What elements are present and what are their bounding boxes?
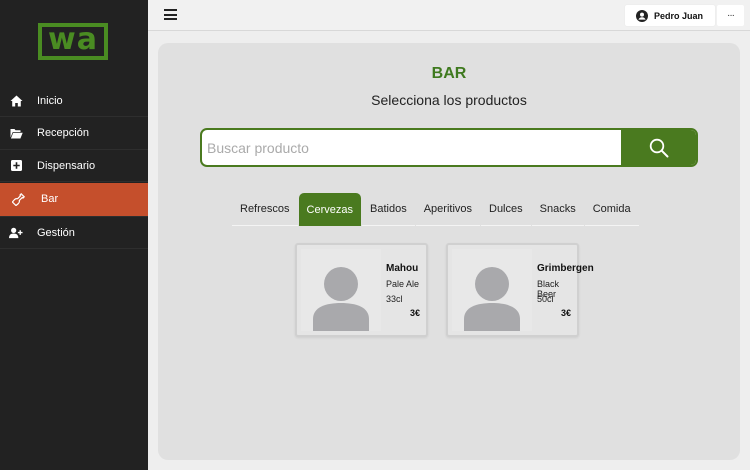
search-button[interactable] bbox=[621, 130, 696, 165]
user-name: Pedro Juan bbox=[654, 10, 704, 21]
logo-text: wa bbox=[48, 22, 98, 57]
search-input[interactable] bbox=[202, 130, 621, 165]
product-placeholder-image bbox=[452, 249, 532, 331]
search-icon bbox=[649, 138, 668, 157]
sidebar-item-label: Recepción bbox=[37, 127, 89, 139]
product-description: Pale Ale bbox=[386, 279, 420, 289]
user-plus-icon bbox=[9, 226, 23, 240]
product-price: 3€ bbox=[409, 308, 420, 318]
sidebar-item-label: Dispensario bbox=[37, 159, 96, 172]
product-card[interactable]: Mahou Pale Ale 33cl 3€ bbox=[295, 243, 428, 337]
user-menu-button[interactable]: Pedro Juan bbox=[625, 5, 715, 26]
bottle-icon bbox=[11, 192, 25, 206]
sidebar-item-gestion[interactable]: Gestión bbox=[0, 217, 148, 249]
sidebar-item-recepcion[interactable]: Recepción bbox=[0, 118, 148, 150]
product-price: 3€ bbox=[560, 308, 571, 318]
home-icon bbox=[9, 94, 23, 108]
product-name: Grimbergen bbox=[537, 263, 594, 274]
sidebar-nav: Inicio Recepción Dispensario Bar Gestión bbox=[0, 85, 148, 250]
more-options-button[interactable]: ··· bbox=[717, 5, 744, 26]
hamburger-menu-icon[interactable] bbox=[164, 9, 177, 20]
main-panel: BAR Selecciona los productos Refrescos C… bbox=[158, 43, 740, 460]
user-circle-icon bbox=[636, 9, 648, 22]
product-name: Mahou bbox=[386, 263, 419, 274]
product-size: 33cl bbox=[386, 294, 403, 304]
tab-snacks[interactable]: Snacks bbox=[531, 193, 584, 226]
top-bar: Pedro Juan ··· bbox=[148, 0, 750, 31]
product-card[interactable]: Grimbergen Black Beer 50cl 3€ bbox=[446, 243, 594, 337]
folder-open-icon bbox=[9, 126, 23, 140]
tab-cervezas[interactable]: Cervezas bbox=[298, 193, 361, 226]
tab-refrescos[interactable]: Refrescos bbox=[232, 193, 298, 226]
product-size: 50cl bbox=[537, 294, 554, 304]
plus-square-icon bbox=[9, 159, 23, 173]
tab-dulces[interactable]: Dulces bbox=[481, 193, 531, 226]
product-placeholder-image bbox=[301, 249, 381, 331]
sidebar-item-label: Inicio bbox=[37, 94, 63, 107]
sidebar-item-inicio[interactable]: Inicio bbox=[0, 85, 148, 117]
product-list: Mahou Pale Ale 33cl 3€ Grimbergen Black … bbox=[295, 243, 597, 337]
sidebar: wa Inicio Recepción Dispensario Bar Gest… bbox=[0, 0, 148, 470]
page-title: BAR bbox=[431, 65, 467, 82]
tab-comida[interactable]: Comida bbox=[584, 193, 639, 226]
sidebar-item-dispensario[interactable]: Dispensario bbox=[0, 150, 148, 182]
sidebar-item-label: Bar bbox=[41, 193, 59, 205]
tab-aperitivos[interactable]: Aperitivos bbox=[415, 193, 480, 226]
more-dots-icon: ··· bbox=[727, 10, 735, 21]
search-bar bbox=[200, 128, 698, 167]
tab-batidos[interactable]: Batidos bbox=[362, 193, 415, 226]
page-subtitle: Selecciona los productos bbox=[371, 92, 527, 108]
app-logo[interactable]: wa bbox=[38, 23, 108, 60]
sidebar-item-bar[interactable]: Bar bbox=[0, 182, 148, 217]
category-tabs: Refrescos Cervezas Batidos Aperitivos Du… bbox=[232, 193, 640, 226]
sidebar-item-label: Gestión bbox=[37, 226, 75, 239]
